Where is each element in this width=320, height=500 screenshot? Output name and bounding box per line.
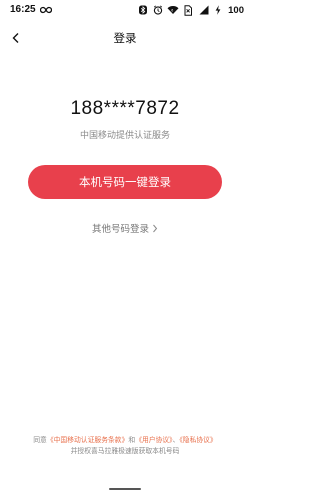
header: 登录 xyxy=(0,24,250,52)
service-terms-link[interactable]: 《中国移动认证服务条款》 xyxy=(47,437,129,444)
svg-text:6: 6 xyxy=(171,9,173,13)
other-login-label: 其他号码登录 xyxy=(91,224,149,235)
home-indicator[interactable] xyxy=(109,488,141,490)
status-right: 6 100 xyxy=(137,4,244,16)
no-sim-icon xyxy=(182,4,194,16)
auth-service-label: 中国移动提供认证服务 xyxy=(79,130,170,140)
wifi-icon: 6 xyxy=(167,4,179,16)
signal-icon xyxy=(197,4,209,16)
chevron-right-icon xyxy=(153,224,158,232)
battery-level: 100 xyxy=(228,4,244,16)
privacy-policy-link[interactable]: 《隐私协议》 xyxy=(179,437,216,444)
bluetooth-icon xyxy=(137,4,149,16)
alarm-icon xyxy=(152,4,164,16)
status-left: 16:25 xyxy=(10,4,52,16)
charging-icon xyxy=(212,4,224,16)
status-time: 16:25 xyxy=(10,4,36,15)
infinity-icon xyxy=(39,4,52,16)
agreement-text: 同意《中国移动认证服务条款》和《用户协议》、《隐私协议》并授权喜马拉雅极速版获取… xyxy=(30,435,220,457)
agreement-prefix: 同意 xyxy=(33,437,47,444)
user-agreement-link[interactable]: 《用户协议》 xyxy=(135,437,172,444)
other-number-login-link[interactable]: 其他号码登录 xyxy=(0,221,250,235)
page-title: 登录 xyxy=(113,33,137,45)
agreement-suffix: 并授权喜马拉雅极速版获取本机号码 xyxy=(70,448,180,455)
one-click-login-button[interactable]: 本机号码一键登录 xyxy=(28,165,222,199)
masked-phone-number: 188****7872 xyxy=(70,98,180,119)
status-bar: 16:25 6 100 xyxy=(0,0,250,22)
